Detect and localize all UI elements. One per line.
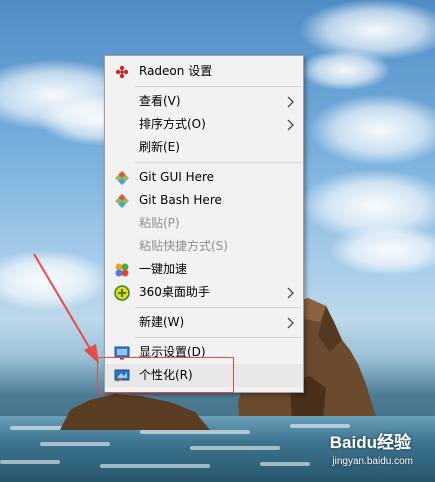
radeon-icon: [115, 65, 129, 79]
menu-item-label: Git Bash Here: [139, 193, 222, 207]
desktop-helper-icon: [114, 285, 130, 301]
menu-separator: [135, 337, 301, 338]
menu-item-label: 一键加速: [139, 262, 188, 276]
speedup-icon: [115, 263, 129, 277]
baidu-watermark-logo: Baidu经验: [329, 433, 411, 452]
menu-separator: [135, 307, 301, 308]
menu-separator: [135, 86, 301, 87]
menu-item-label: 粘贴(P): [139, 216, 180, 230]
menu-item-label: 新建(W): [139, 315, 185, 329]
menu-item-git-bash[interactable]: Git Bash Here: [105, 189, 303, 212]
menu-item-sort-by[interactable]: 排序方式(O): [105, 113, 303, 136]
menu-item-view[interactable]: 查看(V): [105, 90, 303, 113]
menu-item-label: 排序方式(O): [139, 117, 206, 131]
menu-item-radeon-settings[interactable]: Radeon 设置: [105, 60, 303, 83]
menu-item-360-desktop-helper[interactable]: 360桌面助手: [105, 281, 303, 304]
watermark-url: jingyan.baidu.com: [332, 456, 413, 467]
chevron-right-icon: [287, 96, 294, 108]
menu-item-label: Radeon 设置: [139, 64, 213, 78]
menu-item-label: 查看(V): [139, 94, 181, 108]
menu-item-git-gui[interactable]: Git GUI Here: [105, 166, 303, 189]
menu-item-label: 粘贴快捷方式(S): [139, 239, 228, 253]
menu-item-one-click-speedup[interactable]: 一键加速: [105, 258, 303, 281]
menu-item-refresh[interactable]: 刷新(E): [105, 136, 303, 159]
annotation-highlight-box: [97, 357, 234, 393]
desktop-context-menu: Radeon 设置 查看(V) 排序方式(O) 刷新(E) Git GUI He…: [104, 55, 304, 393]
git-bash-icon: [115, 194, 129, 208]
chevron-right-icon: [287, 119, 294, 131]
menu-separator: [135, 162, 301, 163]
chevron-right-icon: [287, 317, 294, 329]
menu-item-new[interactable]: 新建(W): [105, 311, 303, 334]
menu-item-paste: 粘贴(P): [105, 212, 303, 235]
menu-item-label: 360桌面助手: [139, 285, 210, 299]
chevron-right-icon: [287, 287, 294, 299]
menu-item-label: 刷新(E): [139, 140, 180, 154]
menu-item-paste-shortcut: 粘贴快捷方式(S): [105, 235, 303, 258]
git-gui-icon: [115, 171, 129, 185]
menu-item-label: Git GUI Here: [139, 170, 215, 184]
